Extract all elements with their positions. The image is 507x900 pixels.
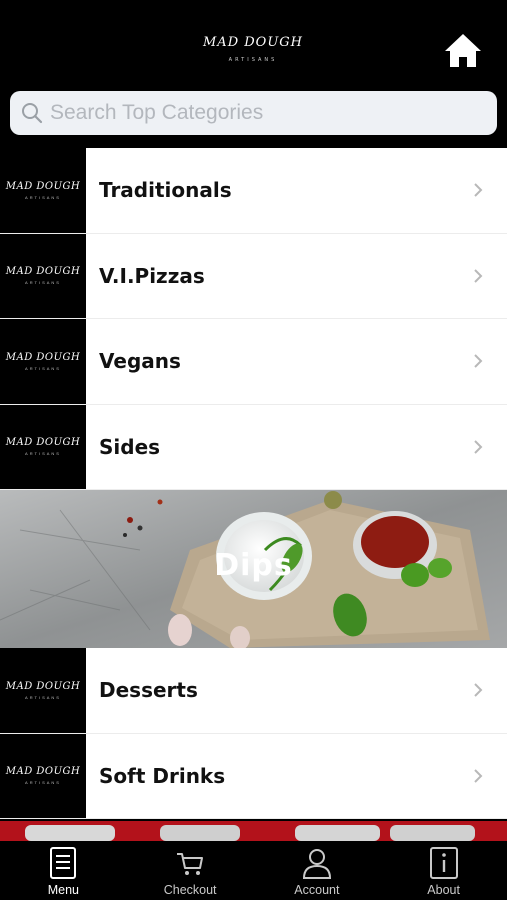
chevron-right-icon: [474, 183, 483, 197]
tab-account[interactable]: Account: [254, 841, 381, 900]
category-label: Vegans: [99, 349, 181, 374]
cans-image: [0, 821, 507, 841]
brand-logo: MAD DOUGH ARTISANS: [203, 32, 303, 72]
thumbnail-logo-text: MAD DOUGH: [5, 266, 81, 278]
category-banner-dips[interactable]: Dips: [0, 490, 507, 648]
category-label: V.I.Pizzas: [99, 263, 205, 288]
category-row-traditionals[interactable]: MAD DOUGH ARTISANS Traditionals: [0, 148, 507, 234]
chevron-right-icon: [474, 269, 483, 283]
next-category-banner-peek[interactable]: [0, 821, 507, 841]
category-label: Desserts: [99, 678, 198, 703]
app-header: MAD DOUGH ARTISANS: [0, 0, 507, 148]
category-label: Traditionals: [99, 178, 232, 203]
chevron-right-icon: [474, 683, 483, 697]
category-row-vipizzas[interactable]: MAD DOUGH ARTISANS V.I.Pizzas: [0, 233, 507, 319]
thumbnail-logo-sub: ARTISANS: [25, 451, 61, 457]
category-thumbnail: MAD DOUGH ARTISANS: [0, 319, 86, 404]
category-label: Soft Drinks: [99, 763, 226, 788]
category-thumbnail: MAD DOUGH ARTISANS: [0, 648, 86, 733]
category-thumbnail: MAD DOUGH ARTISANS: [0, 148, 86, 233]
home-button[interactable]: [443, 32, 483, 70]
search-icon: [22, 103, 43, 124]
bottom-tab-bar: Menu Checkout Account About: [0, 841, 507, 900]
chevron-right-icon: [474, 354, 483, 368]
tab-label: Checkout: [163, 883, 217, 897]
thumbnail-logo-sub: ARTISANS: [25, 365, 61, 371]
thumbnail-logo-text: MAD DOUGH: [5, 680, 81, 692]
tab-about[interactable]: About: [380, 841, 507, 900]
thumbnail-logo-sub: ARTISANS: [25, 280, 61, 286]
category-label: Sides: [99, 434, 161, 459]
chevron-right-icon: [474, 769, 483, 783]
category-row-sides[interactable]: MAD DOUGH ARTISANS Sides: [0, 404, 507, 490]
thumbnail-logo-sub: ARTISANS: [25, 194, 61, 200]
home-icon: [445, 34, 481, 67]
category-thumbnail: MAD DOUGH ARTISANS: [0, 733, 86, 818]
category-row-vegans[interactable]: MAD DOUGH ARTISANS Vegans: [0, 319, 507, 405]
category-list: MAD DOUGH ARTISANS Traditionals MAD DOUG…: [0, 148, 507, 819]
chevron-right-icon: [474, 440, 483, 454]
category-thumbnail: MAD DOUGH ARTISANS: [0, 233, 86, 318]
user-icon: [302, 849, 331, 879]
thumbnail-logo-sub: ARTISANS: [25, 694, 61, 700]
thumbnail-logo-text: MAD DOUGH: [5, 351, 81, 363]
logo-subtitle: ARTISANS: [228, 57, 278, 63]
menu-book-icon: [50, 847, 77, 879]
tab-menu[interactable]: Menu: [0, 841, 127, 900]
cart-icon: [177, 853, 204, 875]
thumbnail-logo-text: MAD DOUGH: [5, 437, 81, 449]
search-input[interactable]: [50, 101, 470, 125]
tab-label: Menu: [47, 883, 80, 897]
thumbnail-logo-sub: ARTISANS: [25, 780, 61, 786]
category-row-desserts[interactable]: MAD DOUGH ARTISANS Desserts: [0, 648, 507, 734]
category-row-soft-drinks[interactable]: MAD DOUGH ARTISANS Soft Drinks: [0, 733, 507, 819]
banner-label: Dips: [214, 548, 293, 583]
info-icon: [429, 847, 458, 879]
tab-label: About: [427, 883, 460, 897]
category-thumbnail: MAD DOUGH ARTISANS: [0, 404, 86, 489]
tab-label: Account: [294, 883, 340, 897]
search-bar[interactable]: [10, 91, 497, 135]
thumbnail-logo-text: MAD DOUGH: [5, 766, 81, 778]
thumbnail-logo-text: MAD DOUGH: [5, 180, 81, 192]
tab-checkout[interactable]: Checkout: [127, 841, 254, 900]
logo-wordmark: MAD DOUGH: [203, 35, 304, 50]
